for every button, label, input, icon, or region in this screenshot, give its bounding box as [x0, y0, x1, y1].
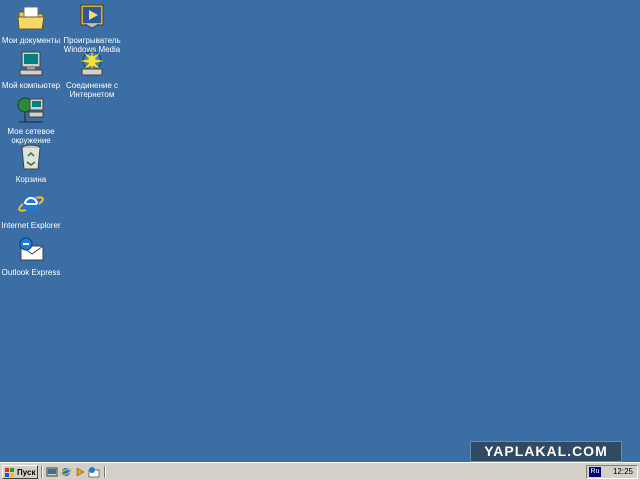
- desktop-icon-label: Outlook Express: [1, 268, 61, 277]
- clock[interactable]: 12:25: [613, 466, 633, 478]
- desktop-icon-outlook-express[interactable]: Outlook Express: [0, 234, 62, 277]
- desktop-icon-recycle-bin[interactable]: Корзина: [0, 141, 62, 184]
- desktop-icon-label: Мой компьютер: [1, 81, 61, 90]
- taskbar-separator: [41, 466, 43, 478]
- network-places-icon: [17, 97, 44, 123]
- internet-connection-icon: [79, 48, 105, 76]
- desktop-icon-my-computer[interactable]: Мой компьютер: [0, 47, 62, 90]
- taskbar-separator: [104, 466, 106, 478]
- desktop[interactable]: Мои документы Мой компьютер Мое сетевое …: [0, 0, 640, 462]
- start-label: Пуск: [17, 467, 36, 477]
- outlook-express-icon[interactable]: [88, 466, 100, 478]
- desktop-icon-label: Корзина: [15, 175, 47, 184]
- desktop-icon-label: Соединение с Интернетом: [65, 81, 119, 99]
- system-tray: Ru 12:25: [586, 465, 638, 479]
- desktop-icon-network-places[interactable]: Мое сетевое окружение: [0, 93, 62, 145]
- my-documents-folder-icon: [17, 6, 45, 30]
- internet-explorer-icon[interactable]: [60, 466, 72, 478]
- desktop-icon-my-documents[interactable]: Мои документы: [0, 2, 62, 45]
- watermark: YAPLAKAL.COM: [470, 441, 622, 462]
- desktop-icon-internet-explorer[interactable]: Internet Explorer: [0, 187, 62, 230]
- recycle-bin-icon: [21, 144, 41, 170]
- taskbar: Пуск Ru 12:25: [0, 462, 640, 480]
- show-desktop-icon[interactable]: [46, 466, 58, 478]
- desktop-icon-label: Мои документы: [1, 36, 61, 45]
- desktop-icon-internet-connection[interactable]: Соединение с Интернетом: [61, 47, 123, 99]
- windows-logo-icon: [5, 467, 14, 477]
- outlook-express-icon: [19, 237, 44, 261]
- internet-explorer-icon: [18, 196, 44, 212]
- windows-media-player-icon[interactable]: [74, 466, 86, 478]
- desktop-icon-label: Internet Explorer: [1, 221, 61, 230]
- language-indicator[interactable]: Ru: [589, 467, 601, 477]
- my-computer-icon: [19, 51, 43, 76]
- start-button[interactable]: Пуск: [2, 465, 38, 479]
- windows-media-player-icon: [80, 4, 104, 29]
